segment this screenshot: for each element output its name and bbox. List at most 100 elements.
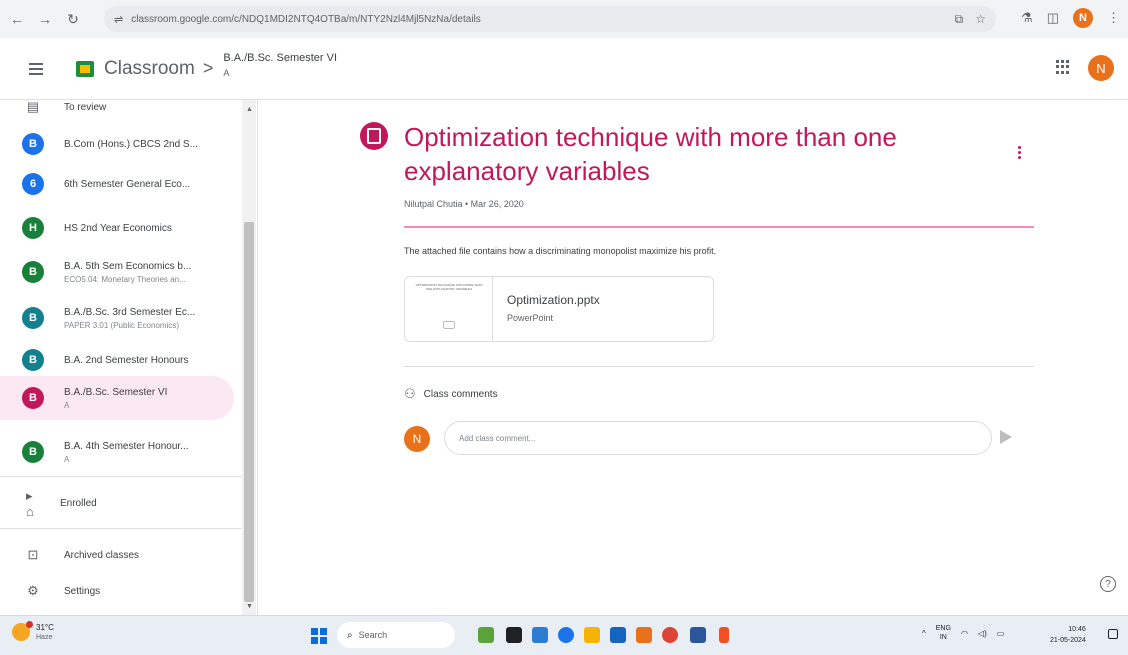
brand-name[interactable]: Classroom bbox=[104, 58, 195, 80]
class-title: B.A. 5th Sem Economics b... bbox=[64, 260, 192, 272]
system-tray: ^ ENG IN ◠ ◁) ▭ bbox=[922, 624, 1004, 642]
extension-icon[interactable]: ⚗ bbox=[1021, 10, 1033, 26]
class-comments-label: Class comments bbox=[423, 388, 498, 400]
class-title: B.A. 4th Semester Honour... bbox=[64, 440, 189, 452]
profile-avatar[interactable]: N bbox=[1073, 8, 1093, 28]
class-title: B.Com (Hons.) CBCS 2nd S... bbox=[64, 138, 198, 150]
clock[interactable]: 10:46 21-05-2024 bbox=[1050, 624, 1086, 646]
volume-icon[interactable]: ◁) bbox=[978, 629, 987, 638]
attachment-thumbnail[interactable]: OPTIMIZATION TECHNIQUE WITH MORE THAN ON… bbox=[405, 277, 493, 341]
sidebar-class-item[interactable]: B B.A./B.Sc. Semester VI A bbox=[0, 376, 234, 420]
puzzle-icon[interactable]: ◫ bbox=[1047, 10, 1059, 26]
send-icon[interactable] bbox=[1000, 430, 1012, 444]
class-initial-badge: 6 bbox=[22, 173, 44, 195]
sidebar: ▤ To review B B.Com (Hons.) CBCS 2nd S...… bbox=[0, 100, 258, 615]
sidebar-item-label: Enrolled bbox=[60, 497, 97, 509]
language-indicator[interactable]: ENG IN bbox=[936, 624, 951, 642]
sidebar-class-item[interactable]: B B.A./B.Sc. 3rd Semester Ec... PAPER 3.01… bbox=[0, 296, 234, 340]
wifi-icon[interactable]: ◠ bbox=[961, 629, 968, 638]
site-info-icon[interactable]: ⇌ bbox=[114, 13, 123, 26]
notification-icon[interactable] bbox=[1108, 629, 1118, 639]
chrome-icon[interactable] bbox=[662, 627, 678, 643]
taskbar-search[interactable]: ⌕ Search bbox=[337, 622, 455, 648]
reload-icon[interactable]: ↻ bbox=[62, 8, 84, 30]
comment-input[interactable] bbox=[444, 421, 992, 455]
sidebar-item-label: To review bbox=[64, 101, 107, 113]
clock-date: 21-05-2024 bbox=[1050, 637, 1086, 644]
class-subtitle: ECO5.04: Monetary Theories an... bbox=[64, 274, 186, 284]
attachment-card[interactable]: OPTIMIZATION TECHNIQUE WITH MORE THAN ON… bbox=[404, 276, 714, 342]
teams-icon[interactable] bbox=[532, 627, 548, 643]
scroll-down-arrow-icon[interactable]: ▼ bbox=[246, 603, 253, 610]
browser-menu-icon[interactable]: ⋮ bbox=[1107, 10, 1120, 26]
sidebar-divider bbox=[0, 476, 242, 477]
sidebar-item-settings[interactable]: ⚙ Settings bbox=[0, 574, 240, 608]
class-title: B.A./B.Sc. 3rd Semester Ec... bbox=[64, 306, 196, 318]
class-title: B.A. 2nd Semester Honours bbox=[64, 354, 189, 366]
sidebar-class-item[interactable]: B B.A. 4th Semester Honour... A bbox=[0, 430, 234, 474]
main-menu-icon[interactable] bbox=[24, 57, 48, 81]
task-view-icon[interactable] bbox=[506, 627, 522, 643]
class-text: B.A. 2nd Semester Honours bbox=[64, 355, 189, 366]
more-options-icon[interactable] bbox=[1018, 146, 1021, 159]
bookmark-star-icon[interactable]: ☆ bbox=[975, 12, 986, 27]
clock-time: 10:46 bbox=[1068, 626, 1086, 633]
language-code: ENG bbox=[935, 625, 951, 632]
class-initial-badge: B bbox=[22, 307, 44, 329]
forward-icon[interactable]: → bbox=[34, 8, 56, 30]
mail-icon[interactable] bbox=[610, 627, 626, 643]
weather-description: Haze bbox=[36, 634, 53, 641]
breadcrumb[interactable]: B.A./B.Sc. Semester VI A bbox=[223, 52, 337, 78]
scrollbar-thumb[interactable] bbox=[244, 222, 254, 602]
sidebar-divider bbox=[0, 528, 242, 529]
start-windows-icon[interactable] bbox=[311, 628, 327, 644]
file-explorer-icon[interactable] bbox=[584, 627, 600, 643]
widget-app-icon[interactable] bbox=[478, 627, 494, 643]
edge-icon[interactable] bbox=[558, 627, 574, 643]
class-initial-badge: H bbox=[22, 217, 44, 239]
sidebar-class-item[interactable]: B B.Com (Hons.) CBCS 2nd S... bbox=[0, 122, 234, 166]
app-tray-icon[interactable] bbox=[719, 627, 729, 643]
address-bar[interactable]: ⇌ classroom.google.com/c/NDQ1MDI2NTQ4OTB… bbox=[104, 6, 996, 32]
class-text: B.A. 5th Sem Economics b... ECO5.04: Mone… bbox=[64, 261, 191, 284]
app-header: Classroom > B.A./B.Sc. Semester VI A N bbox=[0, 38, 1128, 100]
classroom-logo-icon[interactable] bbox=[76, 60, 94, 77]
weather-widget[interactable]: 31°C Haze bbox=[12, 621, 54, 641]
class-text: B.A./B.Sc. 3rd Semester Ec... PAPER 3.01 … bbox=[64, 307, 195, 330]
browser-toolbar: ← → ↻ ⇌ classroom.google.com/c/NDQ1MDI2N… bbox=[0, 0, 1128, 38]
attachment-type: PowerPoint bbox=[507, 313, 554, 323]
sidebar-class-item[interactable]: H HS 2nd Year Economics bbox=[0, 206, 234, 250]
sidebar-class-item[interactable]: B B.A. 5th Sem Economics b... ECO5.04: Mon… bbox=[0, 250, 234, 294]
post-detail: Optimization technique with more than on… bbox=[258, 100, 1128, 615]
post-description: The attached file contains how a discrim… bbox=[404, 246, 717, 256]
sidebar-class-item[interactable]: 6 6th Semester General Eco... bbox=[0, 162, 234, 206]
thumbnail-text: OPTIMIZATION TECHNIQUE WITH MORE THAN ON… bbox=[415, 283, 483, 291]
word-icon[interactable] bbox=[690, 627, 706, 643]
class-initial-badge: B bbox=[22, 133, 44, 155]
language-region: IN bbox=[939, 634, 947, 641]
install-icon[interactable]: ⧉ bbox=[955, 12, 964, 27]
sidebar-item-archived[interactable]: ⊡ Archived classes bbox=[0, 538, 240, 572]
post-title: Optimization technique with more than on… bbox=[404, 122, 897, 186]
account-avatar[interactable]: N bbox=[1088, 55, 1114, 81]
sidebar-item-to-review[interactable]: ▤ To review bbox=[0, 100, 240, 124]
attachment-name[interactable]: Optimization.pptx bbox=[507, 293, 600, 307]
sidebar-item-label: Settings bbox=[64, 585, 101, 597]
chevron-up-icon[interactable]: ^ bbox=[922, 629, 926, 638]
sidebar-scrollbar[interactable]: ▲ ▼ bbox=[242, 100, 256, 615]
class-subtitle: A bbox=[64, 400, 70, 410]
class-title: HS 2nd Year Economics bbox=[64, 222, 172, 234]
battery-icon[interactable]: ▭ bbox=[997, 629, 1005, 638]
class-initial-badge: B bbox=[22, 387, 44, 409]
scroll-up-arrow-icon[interactable]: ▲ bbox=[246, 106, 253, 113]
breadcrumb-subtitle: A bbox=[223, 67, 230, 78]
enrolled-cap-icon: ▸ ⌂ bbox=[26, 487, 34, 519]
sidebar-item-enrolled[interactable]: ▸ ⌂ Enrolled bbox=[0, 486, 240, 520]
google-apps-icon[interactable] bbox=[1056, 60, 1070, 74]
office-icon[interactable] bbox=[636, 627, 652, 643]
people-icon: ⚇ bbox=[404, 386, 416, 401]
help-icon[interactable]: ? bbox=[1100, 576, 1116, 592]
weather-sun-icon bbox=[12, 621, 33, 641]
back-icon[interactable]: ← bbox=[6, 8, 28, 30]
url-text: classroom.google.com/c/NDQ1MDI2NTQ4OTBa/… bbox=[131, 13, 481, 25]
